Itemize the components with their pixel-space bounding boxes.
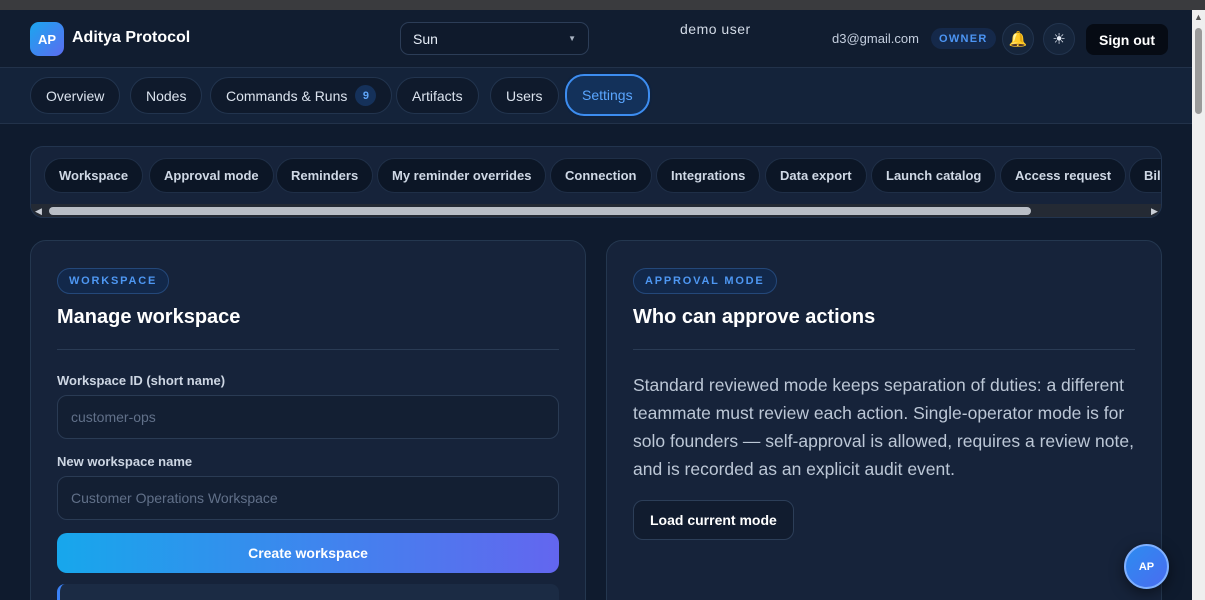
runs-count-badge: 9 xyxy=(355,85,377,106)
card-kicker: APPROVAL MODE xyxy=(633,268,777,294)
sun-icon: ☀ xyxy=(1052,31,1066,48)
app-title: Aditya Protocol xyxy=(72,29,191,46)
approval-mode-card: APPROVAL MODE Who can approve actions St… xyxy=(606,240,1162,600)
tab-label: Nodes xyxy=(146,87,187,104)
tab-users[interactable]: Users xyxy=(490,77,559,114)
role-badge: OWNER xyxy=(931,28,996,49)
scrollbar-thumb[interactable] xyxy=(49,207,1031,215)
subtab-reminders[interactable]: Reminders xyxy=(276,158,374,193)
user-email: d3@gmail.com xyxy=(832,31,919,46)
workspace-card: WORKSPACE Manage workspace Workspace ID … xyxy=(30,240,586,600)
tab-settings[interactable]: Settings xyxy=(565,74,650,116)
chevron-down-icon: ▼ xyxy=(568,34,576,43)
load-current-mode-button[interactable]: Load current mode xyxy=(633,500,794,540)
create-workspace-button[interactable]: Create workspace xyxy=(57,533,559,573)
tab-label: Commands & Runs xyxy=(226,87,348,104)
scroll-left-icon[interactable]: ◀ xyxy=(35,206,42,217)
card-title: Manage workspace xyxy=(57,306,241,328)
app-logo: AP xyxy=(30,22,64,56)
subtab-approval-mode[interactable]: Approval mode xyxy=(149,158,274,193)
tab-commands-runs[interactable]: Commands & Runs 9 xyxy=(210,77,393,114)
scroll-up-icon[interactable]: ▲ xyxy=(1194,12,1203,22)
main-nav: Overview Nodes Commands & Runs 9 Artifac… xyxy=(0,68,1192,124)
tab-overview[interactable]: Overview xyxy=(30,77,121,114)
tab-label: Artifacts xyxy=(412,87,463,104)
subtabs-scrollbar[interactable]: ◀ ▶ xyxy=(31,204,1161,217)
divider xyxy=(633,349,1135,350)
workspace-id-input[interactable] xyxy=(57,395,559,439)
workspace-name-input[interactable] xyxy=(57,476,559,520)
subtab-workspace[interactable]: Workspace xyxy=(44,158,144,193)
workspace-select-value: Sun xyxy=(413,30,438,47)
browser-top-strip xyxy=(0,0,1205,10)
tab-nodes[interactable]: Nodes xyxy=(130,77,203,114)
subtab-connection[interactable]: Connection xyxy=(550,158,652,193)
notifications-button[interactable]: 🔔 xyxy=(1002,23,1034,55)
workspace-select[interactable]: Sun ▼ xyxy=(400,22,589,55)
subtab-billing[interactable]: Billi xyxy=(1129,158,1161,193)
workspace-id-label: Workspace ID (short name) xyxy=(57,373,226,388)
subtab-my-reminder-overrides[interactable]: My reminder overrides xyxy=(377,158,547,193)
tab-label: Users xyxy=(506,87,543,104)
sign-out-button[interactable]: Sign out xyxy=(1086,24,1168,55)
hint-box xyxy=(57,584,559,600)
scroll-right-icon[interactable]: ▶ xyxy=(1151,206,1158,217)
theme-toggle-button[interactable]: ☀ xyxy=(1043,23,1075,55)
workspace-name-label: New workspace name xyxy=(57,454,193,469)
subtab-integrations[interactable]: Integrations xyxy=(656,158,761,193)
card-title: Who can approve actions xyxy=(633,306,876,328)
subtab-access-request[interactable]: Access request xyxy=(1000,158,1127,193)
tab-artifacts[interactable]: Artifacts xyxy=(396,77,479,114)
divider xyxy=(57,349,559,350)
bell-icon: 🔔 xyxy=(1008,31,1028,48)
app-header: AP Aditya Protocol Sun ▼ demo user d3@gm… xyxy=(0,10,1192,68)
card-kicker: WORKSPACE xyxy=(57,268,170,294)
approval-description: Standard reviewed mode keeps separation … xyxy=(633,375,1134,479)
tab-label: Overview xyxy=(46,87,105,104)
tab-label: Settings xyxy=(582,87,633,103)
subtab-launch-catalog[interactable]: Launch catalog xyxy=(871,158,997,193)
page-scrollbar[interactable]: ▲ xyxy=(1192,10,1205,600)
settings-subtabs: Workspace Approval mode Reminders My rem… xyxy=(30,146,1162,218)
page-scrollbar-thumb[interactable] xyxy=(1195,28,1202,114)
floating-avatar-button[interactable]: AP xyxy=(1124,544,1169,589)
user-label: demo user xyxy=(680,21,751,37)
subtab-data-export[interactable]: Data export xyxy=(765,158,867,193)
